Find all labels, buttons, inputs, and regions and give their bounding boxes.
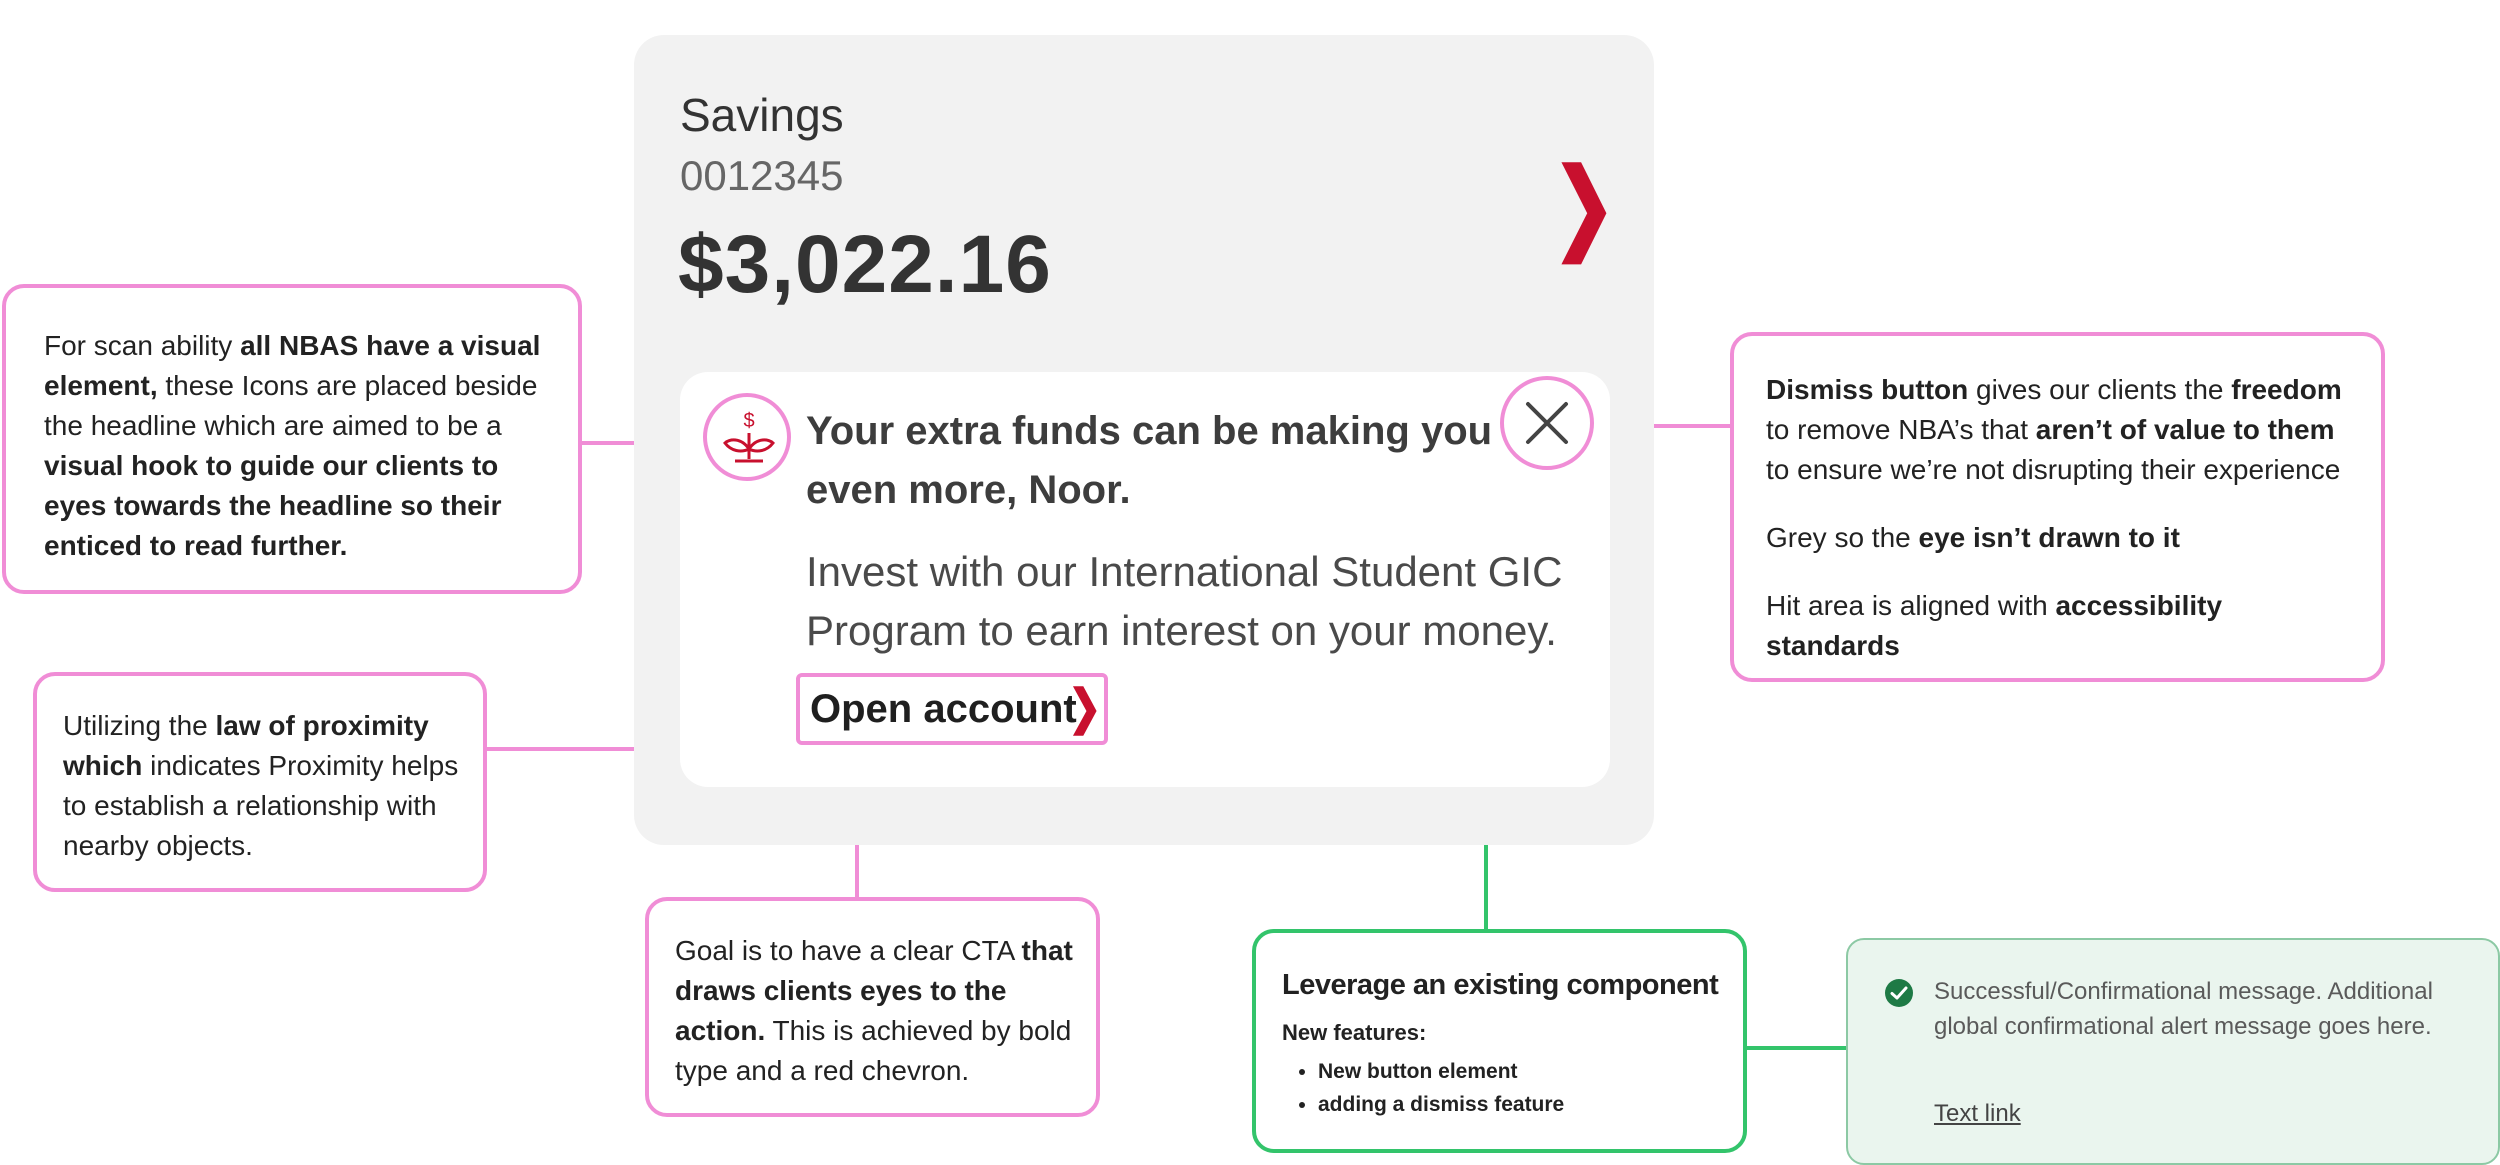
account-balance: $3,022.16 bbox=[678, 219, 1052, 310]
annotation-dismiss-p3: Hit area is aligned with accessibility s… bbox=[1766, 586, 2361, 666]
note-bold: eye isn’t drawn to it bbox=[1918, 522, 2180, 553]
component-note-subtitle: New features: bbox=[1282, 1020, 1427, 1045]
annotation-proximity-note: Utilizing the law of proximity which ind… bbox=[33, 672, 487, 892]
plant-dollar-icon: $ bbox=[703, 393, 791, 481]
note-bold: freedom bbox=[2231, 374, 2342, 405]
note-text: Hit area is aligned with bbox=[1766, 590, 2056, 621]
note-text: Utilizing the bbox=[63, 710, 216, 741]
annotation-cta-text: Goal is to have a clear CTA that draws c… bbox=[675, 931, 1078, 1091]
note-text: gives our clients the bbox=[1968, 374, 2232, 405]
component-feature-list: New button element adding a dismiss feat… bbox=[1282, 1055, 1719, 1121]
annotation-dismiss-p2: Grey so the eye isn’t drawn to it bbox=[1766, 518, 2361, 558]
note-text: Goal is to have a clear CTA bbox=[675, 935, 1022, 966]
chevron-right-icon: ❯ bbox=[1068, 681, 1102, 735]
note-text: Grey so the bbox=[1766, 522, 1919, 553]
open-account-button[interactable]: Open account ❯ bbox=[796, 673, 1108, 745]
annotation-dismiss-note: Dismiss button gives our clients the fre… bbox=[1730, 332, 2385, 682]
account-name: Savings bbox=[680, 89, 844, 141]
connector-proximity-note bbox=[487, 747, 634, 751]
annotation-proximity-text: Utilizing the law of proximity which ind… bbox=[63, 706, 461, 866]
close-icon bbox=[1526, 402, 1568, 444]
note-text: to remove NBA’s that bbox=[1766, 414, 2036, 445]
alert-text-link[interactable]: Text link bbox=[1934, 1096, 2021, 1131]
component-note-title: Leverage an existing component bbox=[1282, 969, 1719, 1001]
annotation-component-note: Leverage an existing component New featu… bbox=[1252, 929, 1747, 1153]
note-text: to ensure we’re not disrupting their exp… bbox=[1766, 454, 2341, 485]
annotation-icon-note: For scan ability all NBAS have a visual … bbox=[2, 284, 582, 594]
svg-text:$: $ bbox=[743, 410, 754, 432]
note-text: For scan ability bbox=[44, 330, 241, 361]
note-bold: Dismiss button bbox=[1766, 374, 1969, 405]
dismiss-button[interactable] bbox=[1500, 376, 1594, 470]
annotation-dismiss-p1: Dismiss button gives our clients the fre… bbox=[1766, 370, 2361, 490]
check-circle-icon bbox=[1885, 979, 1913, 1007]
annotation-cta-note: Goal is to have a clear CTA that draws c… bbox=[645, 897, 1100, 1117]
alert-message: Successful/Confirmational message. Addit… bbox=[1934, 978, 2433, 1040]
nba-body: Invest with our International Student GI… bbox=[806, 548, 1563, 654]
list-item: adding a dismiss feature bbox=[1318, 1088, 1719, 1121]
annotation-icon-text: For scan ability all NBAS have a visual … bbox=[44, 326, 542, 566]
note-bold: visual hook to guide our clients to eyes… bbox=[44, 450, 502, 561]
open-account-label: Open account bbox=[810, 687, 1077, 731]
success-alert: Successful/Confirmational message. Addit… bbox=[1846, 938, 2500, 1165]
connector-alert bbox=[1747, 1046, 1846, 1050]
account-number: 0012345 bbox=[680, 152, 844, 199]
plant-dollar-icon-graphic: $ bbox=[723, 410, 775, 463]
list-item: New button element bbox=[1318, 1055, 1719, 1088]
nba-headline: Your extra funds can be making you even … bbox=[806, 409, 1493, 512]
note-bold: aren’t of value to them bbox=[2035, 414, 2335, 445]
account-chevron-right-icon[interactable]: ❯ bbox=[1552, 147, 1616, 263]
